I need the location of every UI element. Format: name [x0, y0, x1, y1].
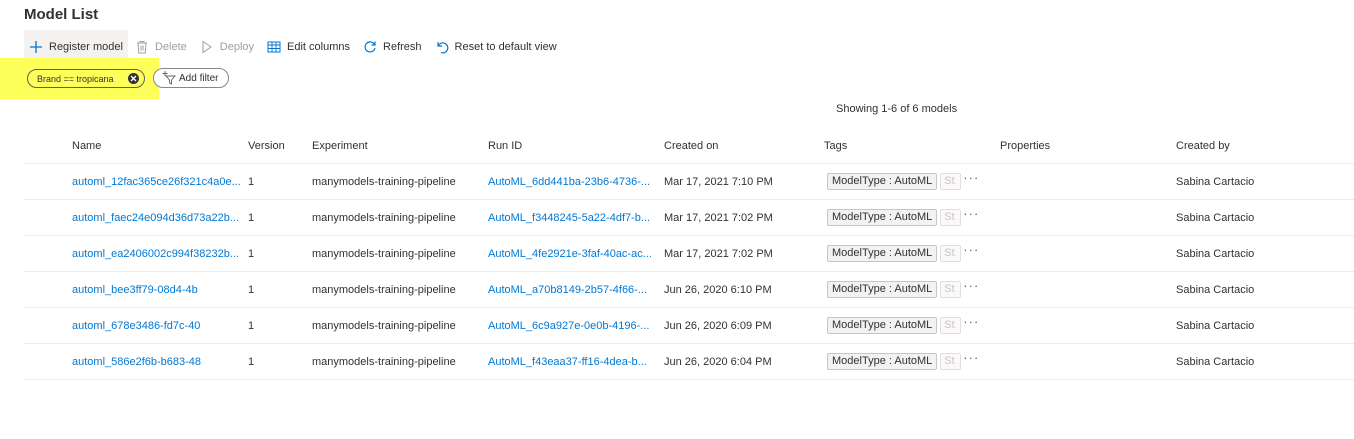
column-header-version[interactable]: Version [248, 140, 312, 152]
refresh-label: Refresh [383, 40, 422, 53]
add-filter-icon [162, 71, 176, 85]
created-by: Sabina Cartacio [1176, 319, 1255, 332]
tag-chip-truncated: St [940, 173, 962, 190]
tag-chip-truncated: St [940, 281, 962, 298]
run-id-link[interactable]: AutoML_4fe2921e-3faf-40ac-ac... [488, 248, 664, 260]
created-on: Mar 17, 2021 7:02 PM [664, 211, 773, 224]
tag-chip-truncated: St [940, 353, 962, 370]
model-version: 1 [248, 211, 255, 224]
undo-icon [434, 39, 450, 55]
tag-chip: ModelType : AutoML [827, 281, 938, 298]
active-filter-pill[interactable]: Brand == tropicana [27, 69, 145, 88]
refresh-icon [362, 39, 378, 55]
page-title: Model List [24, 6, 99, 23]
table-row[interactable]: automl_faec24e094d36d73a22b... 1 manymod… [24, 200, 1354, 236]
model-name-link[interactable]: automl_faec24e094d36d73a22b... [24, 212, 248, 224]
add-filter-button[interactable]: Add filter [153, 68, 229, 88]
model-name-link[interactable]: automl_bee3ff79-08d4-4b [24, 284, 248, 296]
run-id-link[interactable]: AutoML_f3448245-5a22-4df7-b... [488, 212, 664, 224]
table-row[interactable]: automl_bee3ff79-08d4-4b 1 manymodels-tra… [24, 272, 1354, 308]
table-row[interactable]: automl_12fac365ce26f321c4a0e... 1 manymo… [24, 164, 1354, 200]
run-id-link[interactable]: AutoML_f43eaa37-ff16-4dea-b... [488, 356, 664, 368]
more-tags-icon[interactable]: ··· [963, 350, 979, 365]
created-by: Sabina Cartacio [1176, 247, 1255, 260]
created-on: Mar 17, 2021 7:02 PM [664, 247, 773, 260]
delete-label: Delete [154, 40, 187, 53]
created-by: Sabina Cartacio [1176, 175, 1255, 188]
tag-chip: ModelType : AutoML [827, 245, 938, 262]
model-version: 1 [248, 247, 255, 260]
model-version: 1 [248, 319, 255, 332]
created-on: Jun 26, 2020 6:09 PM [664, 319, 772, 332]
tag-chip: ModelType : AutoML [827, 173, 938, 190]
experiment-name: manymodels-training-pipeline [312, 211, 456, 224]
experiment-name: manymodels-training-pipeline [312, 355, 456, 368]
edit-columns-label: Edit columns [287, 40, 351, 53]
experiment-name: manymodels-training-pipeline [312, 319, 456, 332]
experiment-name: manymodels-training-pipeline [312, 247, 456, 260]
model-name-link[interactable]: automl_586e2f6b-b683-48 [24, 356, 248, 368]
column-header-created-by[interactable]: Created by [1176, 140, 1354, 152]
column-header-tags[interactable]: Tags [824, 140, 1000, 152]
run-id-link[interactable]: AutoML_6c9a927e-0e0b-4196-... [488, 320, 664, 332]
table-header-row: Name Version Experiment Run ID Created o… [24, 128, 1354, 164]
remove-filter-icon[interactable] [128, 73, 139, 84]
register-model-label: Register model [49, 40, 123, 53]
tag-chip-truncated: St [940, 245, 962, 262]
created-by: Sabina Cartacio [1176, 355, 1255, 368]
created-on: Mar 17, 2021 7:10 PM [664, 175, 773, 188]
tag-chip: ModelType : AutoML [827, 317, 938, 334]
more-tags-icon[interactable]: ··· [963, 278, 979, 293]
more-tags-icon[interactable]: ··· [963, 314, 979, 329]
deploy-label: Deploy [219, 40, 255, 53]
experiment-name: manymodels-training-pipeline [312, 175, 456, 188]
table-row[interactable]: automl_ea2406002c994f38232b... 1 manymod… [24, 236, 1354, 272]
reset-view-label: Reset to default view [454, 40, 557, 53]
model-name-link[interactable]: automl_678e3486-fd7c-40 [24, 320, 248, 332]
plus-icon [28, 39, 44, 55]
play-icon [199, 39, 215, 55]
column-header-experiment[interactable]: Experiment [312, 140, 488, 152]
model-version: 1 [248, 283, 255, 296]
experiment-name: manymodels-training-pipeline [312, 283, 456, 296]
model-version: 1 [248, 175, 255, 188]
created-by: Sabina Cartacio [1176, 283, 1255, 296]
model-list-table: Name Version Experiment Run ID Created o… [24, 128, 1354, 380]
add-filter-label: Add filter [179, 72, 219, 84]
created-on: Jun 26, 2020 6:10 PM [664, 283, 772, 296]
more-tags-icon[interactable]: ··· [963, 170, 979, 185]
column-header-name[interactable]: Name [24, 140, 248, 152]
created-on: Jun 26, 2020 6:04 PM [664, 355, 772, 368]
tag-chip: ModelType : AutoML [827, 209, 938, 226]
model-name-link[interactable]: automl_12fac365ce26f321c4a0e... [24, 176, 248, 188]
edit-columns-button[interactable]: Edit columns [260, 30, 356, 63]
tag-chip: ModelType : AutoML [827, 353, 938, 370]
table-row[interactable]: automl_586e2f6b-b683-48 1 manymodels-tra… [24, 344, 1354, 380]
results-count: Showing 1-6 of 6 models [836, 103, 958, 115]
run-id-link[interactable]: AutoML_a70b8149-2b57-4f66-... [488, 284, 664, 296]
model-version: 1 [248, 355, 255, 368]
refresh-button[interactable]: Refresh [356, 30, 428, 63]
trash-icon [134, 39, 150, 55]
model-name-link[interactable]: automl_ea2406002c994f38232b... [24, 248, 248, 260]
table-row[interactable]: automl_678e3486-fd7c-40 1 manymodels-tra… [24, 308, 1354, 344]
more-tags-icon[interactable]: ··· [963, 242, 979, 257]
deploy-button[interactable]: Deploy [193, 30, 260, 63]
created-by: Sabina Cartacio [1176, 211, 1255, 224]
table-columns-icon [266, 39, 282, 55]
column-header-created-on[interactable]: Created on [664, 140, 824, 152]
active-filter-label: Brand == tropicana [37, 73, 114, 84]
tag-chip-truncated: St [940, 209, 962, 226]
run-id-link[interactable]: AutoML_6dd441ba-23b6-4736-... [488, 176, 664, 188]
column-header-properties[interactable]: Properties [1000, 140, 1176, 152]
more-tags-icon[interactable]: ··· [963, 206, 979, 221]
tag-chip-truncated: St [940, 317, 962, 334]
column-header-run-id[interactable]: Run ID [488, 140, 664, 152]
reset-view-button[interactable]: Reset to default view [428, 30, 563, 63]
